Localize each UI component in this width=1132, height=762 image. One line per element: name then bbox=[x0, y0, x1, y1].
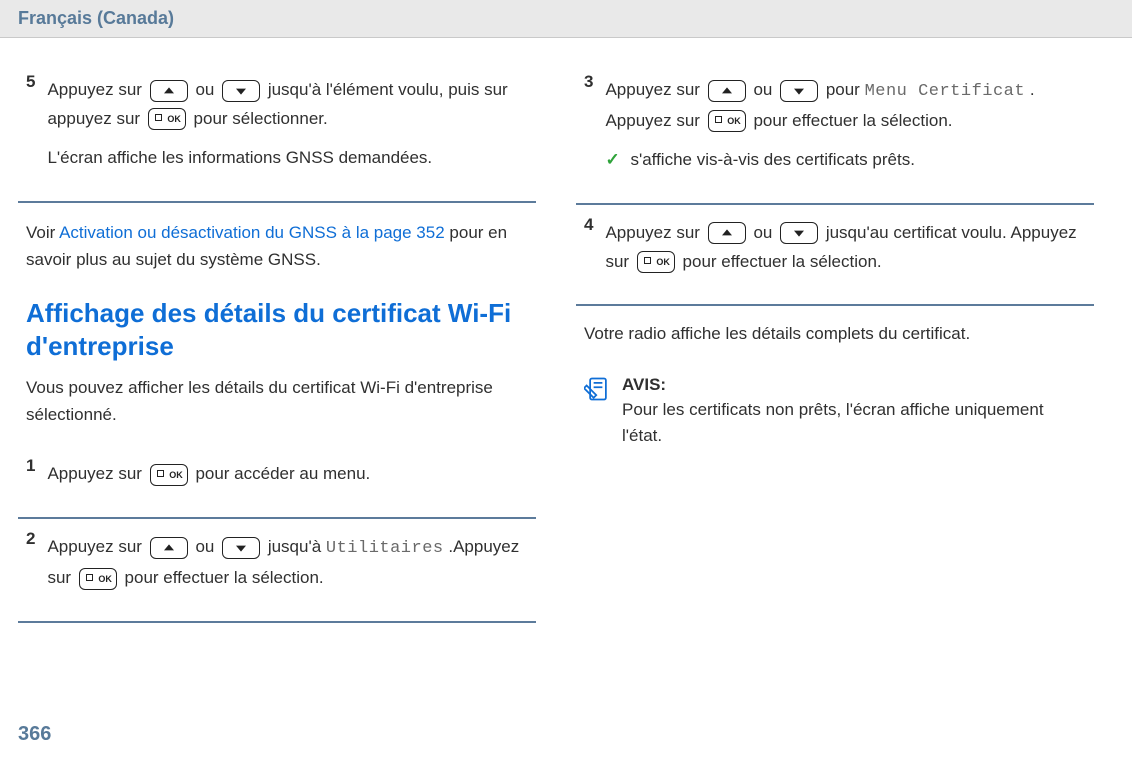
text: jusqu'à bbox=[268, 537, 326, 556]
step-number: 1 bbox=[26, 456, 35, 476]
note-icon bbox=[584, 375, 612, 403]
step-3: 3 Appuyez sur ou pour Menu Certificat . … bbox=[576, 68, 1094, 205]
menu-term: Utilitaires bbox=[326, 539, 444, 558]
up-key-icon bbox=[708, 80, 746, 102]
page-content: 5 Appuyez sur ou jusqu'à l'élément voulu… bbox=[0, 38, 1132, 629]
text: pour sélectionner. bbox=[194, 109, 328, 128]
text: pour accéder au menu. bbox=[195, 464, 370, 483]
notice: AVIS: Pour les certificats non prêts, l'… bbox=[584, 372, 1086, 449]
section-intro: Vous pouvez afficher les détails du cert… bbox=[26, 374, 528, 428]
step-body: Appuyez sur ou jusqu'à l'élément voulu, … bbox=[47, 76, 528, 183]
text: Voir bbox=[26, 223, 59, 242]
down-key-icon bbox=[780, 222, 818, 244]
text: pour effectuer la sélection. bbox=[125, 568, 324, 587]
step-body: Appuyez sur ou jusqu'à Utilitaires .Appu… bbox=[47, 533, 528, 603]
step-1: 1 Appuyez sur pour accéder au menu. bbox=[18, 452, 536, 519]
step-body: Appuyez sur ou pour Menu Certificat . Ap… bbox=[605, 76, 1086, 185]
text: pour bbox=[826, 80, 865, 99]
text: pour effectuer la sélection. bbox=[753, 111, 952, 130]
step-2: 2 Appuyez sur ou jusqu'à Utilitaires .Ap… bbox=[18, 525, 536, 623]
up-key-icon bbox=[708, 222, 746, 244]
text: Appuyez sur bbox=[47, 537, 146, 556]
step-5: 5 Appuyez sur ou jusqu'à l'élément voulu… bbox=[18, 68, 536, 203]
text: Appuyez sur bbox=[47, 464, 146, 483]
note-label: AVIS: bbox=[622, 375, 666, 394]
step-number: 4 bbox=[584, 215, 593, 235]
text: Appuyez sur bbox=[605, 80, 704, 99]
text: Appuyez sur bbox=[47, 80, 146, 99]
ok-key-icon bbox=[637, 251, 675, 273]
cross-reference-link[interactable]: Activation ou désactivation du GNSS à la… bbox=[59, 223, 445, 242]
check-icon: ✓ bbox=[605, 146, 619, 175]
text: ou bbox=[195, 537, 219, 556]
down-key-icon bbox=[222, 80, 260, 102]
step-body: Appuyez sur pour accéder au menu. bbox=[47, 460, 528, 499]
text: ou bbox=[195, 80, 219, 99]
ok-key-icon bbox=[708, 110, 746, 132]
text: L'écran affiche les informations GNSS de… bbox=[47, 144, 528, 173]
ok-key-icon bbox=[79, 568, 117, 590]
up-key-icon bbox=[150, 80, 188, 102]
text: pour effectuer la sélection. bbox=[683, 252, 882, 271]
ok-key-icon bbox=[150, 464, 188, 486]
right-column: 3 Appuyez sur ou pour Menu Certificat . … bbox=[556, 68, 1094, 629]
ok-key-icon bbox=[148, 108, 186, 130]
note-body: AVIS: Pour les certificats non prêts, l'… bbox=[622, 372, 1086, 449]
step-number: 3 bbox=[584, 72, 593, 92]
text: ou bbox=[753, 80, 777, 99]
up-key-icon bbox=[150, 537, 188, 559]
step-4: 4 Appuyez sur ou jusqu'au certificat vou… bbox=[576, 211, 1094, 307]
text: ou bbox=[753, 223, 777, 242]
step-number: 2 bbox=[26, 529, 35, 549]
section-heading: Affichage des détails du certificat Wi-F… bbox=[26, 297, 528, 362]
menu-term: Menu Certificat bbox=[865, 82, 1026, 101]
note-text: Pour les certificats non prêts, l'écran … bbox=[622, 400, 1044, 445]
text: s'affiche vis-à-vis des certificats prêt… bbox=[630, 150, 914, 169]
result-text: Votre radio affiche les détails complets… bbox=[584, 320, 1086, 347]
header-bar: Français (Canada) bbox=[0, 0, 1132, 38]
left-column: 5 Appuyez sur ou jusqu'à l'élément voulu… bbox=[18, 68, 556, 629]
page-number: 366 bbox=[18, 723, 51, 746]
text: Appuyez sur bbox=[605, 223, 704, 242]
cross-reference: Voir Activation ou désactivation du GNSS… bbox=[26, 219, 528, 273]
down-key-icon bbox=[222, 537, 260, 559]
header-language: Français (Canada) bbox=[18, 8, 174, 28]
step-body: Appuyez sur ou jusqu'au certificat voulu… bbox=[605, 219, 1086, 287]
down-key-icon bbox=[780, 80, 818, 102]
step-number: 5 bbox=[26, 72, 35, 92]
